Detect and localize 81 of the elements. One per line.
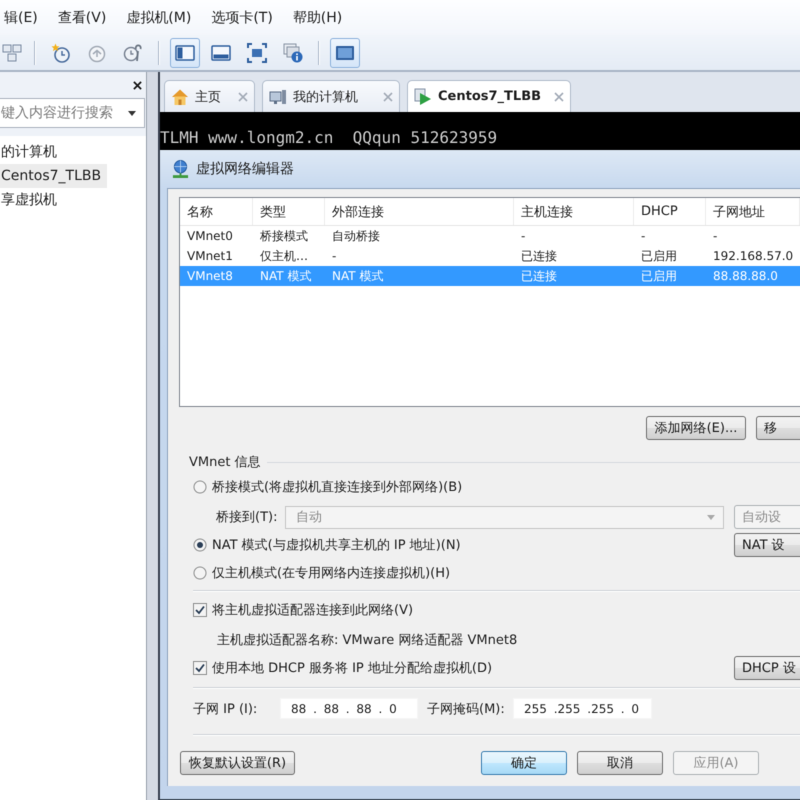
table-cell-text: NAT 模式	[331, 268, 384, 284]
table-cell-text: VMnet8	[186, 268, 234, 285]
clock-wrench-icon	[123, 42, 143, 62]
table-row[interactable]: VMnet0 桥接模式 自动桥接 - - -	[180, 226, 800, 246]
close-icon[interactable]	[133, 80, 142, 90]
column-header[interactable]: 名称	[180, 198, 253, 225]
dialog-title: 虚拟网络编辑器	[196, 160, 294, 178]
field-label: 桥接到(T):	[216, 509, 278, 526]
caret-icon	[707, 514, 715, 520]
add-network-button[interactable]: 添加网络(E)...	[646, 416, 746, 440]
table-cell-text: -	[331, 248, 338, 265]
restore-defaults-button[interactable]: 恢复默认设置(R)	[180, 751, 295, 775]
checkbox-label: 使用本地 DHCP 服务将 IP 地址分配给虚拟机(D)	[212, 660, 492, 677]
clock-star-icon	[51, 42, 71, 62]
table-cell-text: 已启用	[640, 248, 678, 264]
remove-button[interactable]: 移	[756, 416, 800, 440]
field-label: 子网掩码(M):	[427, 700, 506, 718]
column-header[interactable]: 外部连接	[325, 198, 514, 225]
splitter-bar[interactable]	[146, 72, 160, 800]
tree-item[interactable]: 的计算机	[0, 140, 63, 164]
table-cell-text: 仅主机…	[259, 248, 309, 264]
column-header[interactable]: 主机连接	[514, 198, 634, 225]
search-field[interactable]: 键入内容进行搜索	[0, 98, 145, 128]
table-cell-text: VMnet1	[186, 248, 234, 265]
computer-icon	[269, 88, 287, 106]
nat-settings-button[interactable]: NAT 设	[734, 533, 800, 557]
table-row[interactable]: VMnet1 仅主机… - 已连接 已启用 192.168.57.0	[180, 246, 800, 266]
checkbox[interactable]	[193, 661, 207, 675]
radio-button[interactable]	[193, 566, 207, 580]
column-header[interactable]: 子网地址	[706, 198, 800, 225]
column-header[interactable]: 类型	[253, 198, 325, 225]
checkbox-label: 将主机虚拟适配器连接到此网络(V)	[212, 602, 414, 619]
group-title: VMnet 信息	[189, 454, 261, 471]
vm-play-icon	[414, 88, 432, 106]
field-label: 子网 IP (I):	[193, 700, 258, 718]
console-text: TLMH www.longm2.cn QQqun 512623959	[160, 127, 498, 149]
toolbar-button[interactable]	[330, 38, 360, 68]
table-cell-text: 桥接模式	[259, 228, 309, 244]
menu-item[interactable]: 帮助(H)	[292, 6, 342, 28]
ok-button[interactable]: 确定	[481, 751, 567, 775]
menu-item[interactable]: 选项卡(T)	[211, 6, 273, 28]
table-cell-text: 192.168.57.0	[712, 248, 794, 265]
home-icon	[171, 88, 189, 106]
tab[interactable]: 主页	[164, 80, 255, 112]
column-header[interactable]: DHCP	[634, 198, 706, 225]
table-cell-text: 已启用	[640, 268, 678, 284]
sidebar-layout-icon	[175, 42, 195, 62]
menu-item[interactable]: 虚拟机(M)	[126, 6, 192, 28]
radio-button[interactable]	[193, 538, 207, 552]
bottom-bar-layout-icon	[211, 42, 231, 62]
table-cell-text: -	[520, 228, 526, 245]
adapter-name-text: 主机虚拟适配器名称: VMware 网络适配器 VMnet8	[217, 632, 518, 649]
checkbox[interactable]	[193, 603, 207, 617]
table-cell-text: 自动桥接	[331, 228, 381, 244]
option-label: 仅主机模式(在专用网络内连接虚拟机)(H)	[212, 565, 450, 582]
table-cell-text: VMnet0	[186, 228, 234, 245]
option-label: NAT 模式(与虚拟机共享主机的 IP 地址)(N)	[212, 537, 461, 554]
fullscreen-icon	[247, 42, 267, 62]
toolbar-button[interactable]	[170, 38, 200, 68]
ip-field[interactable]: 255 .255 .255 . 0	[513, 698, 652, 719]
tab[interactable]: 我的计算机	[262, 80, 400, 112]
table-cell-text: NAT 模式	[259, 268, 312, 284]
cancel-button[interactable]: 取消	[577, 751, 663, 775]
tab[interactable]: Centos7_TLBB	[407, 80, 571, 112]
caret-icon[interactable]	[128, 110, 136, 116]
table-cell-text: 88.88.88.0	[712, 268, 779, 285]
table-cell-text: -	[640, 228, 646, 245]
menu-item[interactable]: 查看(V)	[58, 6, 106, 28]
table-cell-text: 已连接	[520, 268, 558, 284]
windows-info-icon	[283, 42, 303, 62]
option-label: 桥接模式(将虚拟机直接连接到外部网络)(B)	[212, 479, 462, 496]
tree-item[interactable]: Centos7_TLBB	[0, 164, 108, 188]
ip-field[interactable]: 88 . 88 . 88 . 0	[280, 698, 418, 719]
network-globe-icon	[172, 160, 189, 178]
tree-item[interactable]: 享虚拟机	[0, 188, 63, 212]
dhcp-settings-button[interactable]: DHCP 设	[734, 656, 800, 680]
table-cell-text: 已连接	[520, 248, 558, 264]
radio-button[interactable]	[193, 480, 207, 494]
menu-item[interactable]: 辑(E)	[4, 6, 38, 28]
boxes-icon	[2, 42, 22, 62]
table-cell-text: -	[712, 228, 718, 245]
